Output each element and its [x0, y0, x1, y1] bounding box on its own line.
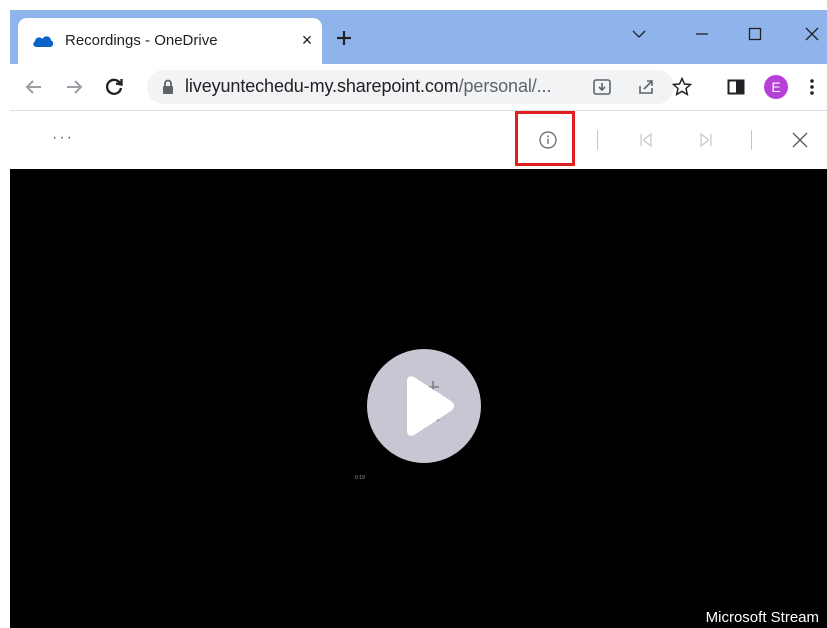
- close-icon[interactable]: [788, 128, 812, 152]
- previous-icon[interactable]: [634, 128, 658, 152]
- tab-close-button[interactable]: ×: [297, 29, 317, 51]
- back-arrow-icon[interactable]: [22, 75, 46, 99]
- minimize-icon[interactable]: [687, 22, 717, 46]
- play-icon: [407, 376, 454, 436]
- video-player[interactable]: 0:19 Microsoft Stream: [10, 169, 827, 628]
- install-app-icon[interactable]: [590, 75, 614, 99]
- maximize-icon[interactable]: [740, 22, 770, 46]
- separator: [751, 130, 752, 150]
- lock-icon: [161, 79, 175, 95]
- close-window-icon[interactable]: [797, 22, 827, 46]
- kebab-menu-icon[interactable]: [800, 75, 824, 99]
- side-panel-icon[interactable]: [724, 75, 748, 99]
- viewer-header: ···: [10, 111, 827, 169]
- more-options-button[interactable]: ···: [52, 129, 74, 147]
- tab-recordings[interactable]: Recordings - OneDrive ×: [18, 18, 322, 64]
- bookmark-star-icon[interactable]: [670, 75, 694, 99]
- separator: [597, 130, 598, 150]
- onedrive-cloud-icon: [32, 34, 54, 48]
- share-icon[interactable]: [634, 75, 658, 99]
- profile-avatar[interactable]: E: [764, 75, 788, 99]
- url-text[interactable]: liveyuntechedu-my.sharepoint.com/persona…: [185, 76, 551, 97]
- video-timestamp: 0:19: [355, 475, 365, 481]
- plus-icon[interactable]: [332, 26, 356, 50]
- url-path: /personal/...: [458, 76, 552, 96]
- browser-window: Recordings - OneDrive × liveyuntechedu-m…: [10, 10, 827, 628]
- browser-toolbar: liveyuntechedu-my.sharepoint.com/persona…: [10, 64, 827, 111]
- forward-arrow-icon[interactable]: [62, 75, 86, 99]
- next-icon[interactable]: [694, 128, 718, 152]
- brand-label: Microsoft Stream: [705, 609, 819, 626]
- reload-icon[interactable]: [102, 75, 126, 99]
- tab-title: Recordings - OneDrive: [65, 32, 218, 49]
- chevron-down-icon[interactable]: [624, 22, 654, 46]
- url-host: liveyuntechedu-my.sharepoint.com: [185, 76, 459, 96]
- info-icon[interactable]: [536, 128, 560, 152]
- tab-strip: Recordings - OneDrive ×: [10, 10, 827, 64]
- play-button[interactable]: [367, 349, 481, 463]
